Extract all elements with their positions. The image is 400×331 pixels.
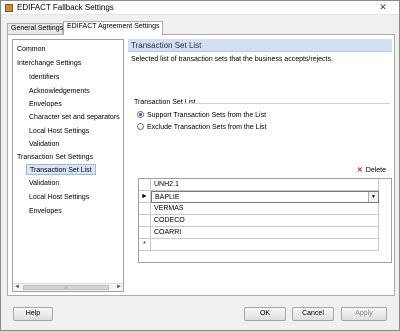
row-selector[interactable] [139,215,151,227]
grid-cell-new[interactable] [151,239,379,251]
current-row-icon[interactable]: ► [139,191,151,203]
tab-general-settings[interactable]: General Settings [7,23,63,34]
tree-item-transaction-local-host-settings[interactable]: Local Host Settings [29,192,89,203]
app-icon [5,4,13,12]
scroll-thumb[interactable]: III [23,285,109,290]
tab-edifact-agreement-settings[interactable]: EDIFACT Agreement Settings [63,21,163,35]
scroll-left-icon[interactable]: ◄ [13,284,21,291]
tree-item-acknowledgements[interactable]: Acknowledgements [29,86,90,97]
grid-cell-value: BAPLIE [155,194,180,201]
row-selector[interactable] [139,227,151,239]
tree-item-identifiers[interactable]: Identifiers [29,72,59,83]
tree-item-transaction-envelopes[interactable]: Envelopes [29,206,62,217]
tree-item-envelopes[interactable]: Envelopes [29,99,62,110]
tree-item-transaction-set-settings[interactable]: Transaction Set Settings [17,152,93,163]
section-header: Transaction Set List [128,39,392,52]
grid-cell-dropdown[interactable]: BAPLIE ▼ [151,191,379,203]
grid-header-row: UNH2.1 [139,179,391,191]
grid-cell[interactable]: VERMAS [151,203,379,215]
transaction-set-grid: UNH2.1 ► BAPLIE ▼ VERMAS CODECO COARRI * [138,178,392,263]
cancel-button[interactable]: Cancel [292,307,334,321]
table-row[interactable]: CODECO [139,215,391,227]
section-description: Selected list of transaction sets that t… [131,56,333,63]
tree-item-validation[interactable]: Validation [29,139,59,150]
chevron-down-icon[interactable]: ▼ [368,192,378,202]
tree-item-transaction-set-list[interactable]: Transaction Set List [26,164,96,175]
tree-item-interchange-settings[interactable]: Interchange Settings [17,58,81,69]
radio-exclude-label: Exclude Transaction Sets from the List [147,124,267,131]
ok-button[interactable]: OK [244,307,286,321]
apply-button[interactable]: Apply [341,307,387,321]
grid-corner [139,179,151,191]
window-title: EDIFACT Fallback Settings [17,3,114,12]
new-row-icon[interactable]: * [139,239,151,251]
delete-button[interactable]: ✕ Delete [357,166,386,175]
group-divider [184,103,390,104]
tree-item-common[interactable]: Common [17,44,45,55]
table-row[interactable]: COARRI [139,227,391,239]
scroll-right-icon[interactable]: ► [115,284,123,291]
dialog-window: EDIFACT Fallback Settings ✕ General Sett… [0,0,400,331]
tab-panel: Common Interchange Settings Identifiers … [7,34,395,296]
content-panel: Transaction Set List Selected list of tr… [128,39,392,292]
radio-support-transaction-sets[interactable]: Support Transaction Sets from the List [137,111,266,121]
grid-column-header[interactable]: UNH2.1 [151,179,379,191]
tree-item-local-host-settings[interactable]: Local Host Settings [29,126,89,137]
radio-exclude-transaction-sets[interactable]: Exclude Transaction Sets from the List [137,123,266,133]
radio-support-label: Support Transaction Sets from the List [147,112,267,119]
delete-icon: ✕ [356,167,363,174]
help-button[interactable]: Help [13,307,53,321]
row-selector[interactable] [139,203,151,215]
close-icon[interactable]: ✕ [377,2,389,13]
tree-item-character-set-separators[interactable]: Character set and separators [29,112,120,123]
radio-unselected-icon[interactable] [137,123,144,130]
delete-label: Delete [365,167,386,174]
table-row[interactable]: ► BAPLIE ▼ [139,191,391,203]
settings-tree: Common Interchange Settings Identifiers … [12,39,124,292]
radio-selected-icon[interactable] [137,111,144,118]
title-bar: EDIFACT Fallback Settings ✕ [1,1,399,15]
tree-horizontal-scrollbar[interactable]: ◄ III ► [13,283,123,291]
grid-cell[interactable]: COARRI [151,227,379,239]
new-row[interactable]: * [139,239,391,251]
tree-item-transaction-validation[interactable]: Validation [29,178,59,189]
table-row[interactable]: VERMAS [139,203,391,215]
grid-cell[interactable]: CODECO [151,215,379,227]
